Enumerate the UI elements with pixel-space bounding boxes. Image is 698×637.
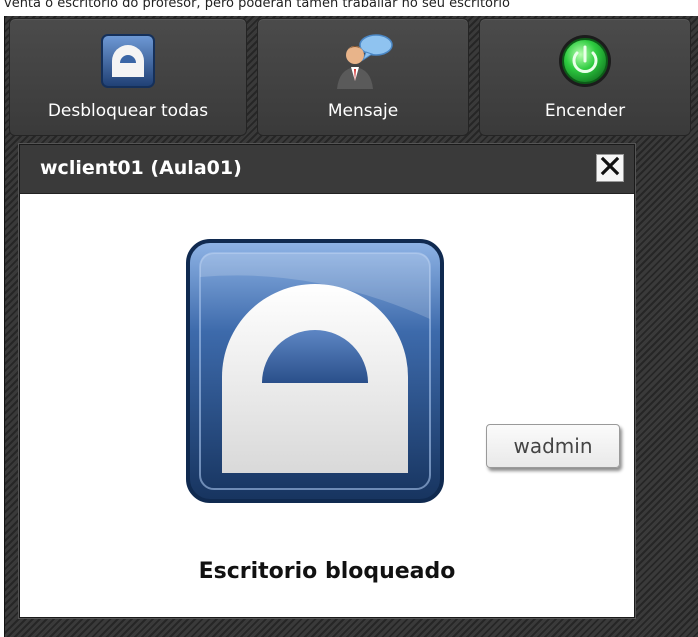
close-button[interactable] — [596, 154, 624, 182]
locked-desktop-lock-icon — [184, 237, 446, 505]
client-panel: Desbloquear todas Mensaje Encender wclie… — [4, 16, 698, 637]
window-title: wclient01 (Aula01) — [40, 157, 242, 179]
lock-icon — [100, 33, 156, 93]
user-badge: wadmin — [486, 424, 620, 468]
window-titlebar: wclient01 (Aula01) — [20, 145, 634, 194]
client-window: wclient01 (Aula01) Escritorio bloqueado — [19, 144, 635, 618]
message-button[interactable]: Mensaje — [257, 18, 469, 136]
unlock-all-button[interactable]: Desbloquear todas — [9, 18, 247, 136]
close-icon — [600, 156, 620, 180]
message-user-icon — [330, 33, 396, 95]
power-on-label: Encender — [544, 101, 626, 121]
power-icon — [557, 33, 613, 93]
status-text: Escritorio bloqueado — [198, 559, 456, 584]
power-on-button[interactable]: Encender — [479, 18, 691, 136]
message-label: Mensaje — [327, 101, 399, 121]
top-caption-text: venta o escritorio do profesor, pero pod… — [0, 0, 698, 13]
unlock-all-label: Desbloquear todas — [47, 101, 209, 121]
